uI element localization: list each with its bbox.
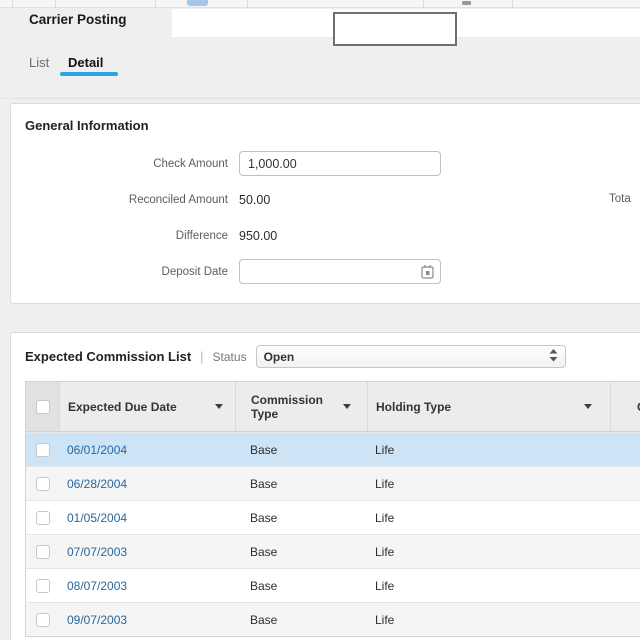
column-expected-due-date[interactable]: Expected Due Date xyxy=(59,382,235,431)
tab-detail[interactable]: Detail xyxy=(68,55,103,70)
page-title: Carrier Posting xyxy=(29,12,127,27)
commission-type-cell: Base xyxy=(235,477,367,491)
select-all-cell xyxy=(26,382,59,431)
toolbar-divider xyxy=(155,0,156,7)
calendar-icon[interactable] xyxy=(421,264,434,284)
holding-type-cell: Life xyxy=(367,477,610,491)
title-divider: | xyxy=(200,349,203,364)
table-row[interactable]: 06/01/2004 Base Life xyxy=(26,432,640,466)
holding-type-cell: Life xyxy=(367,443,610,457)
table-row[interactable]: 06/28/2004 Base Life xyxy=(26,466,640,500)
general-information-card: General Information Check Amount Reconci… xyxy=(10,103,640,304)
table-row[interactable]: 01/05/2004 Base Life xyxy=(26,500,640,534)
commission-list-title: Expected Commission List xyxy=(25,349,191,364)
reconciled-amount-label: Reconciled Amount xyxy=(11,194,239,206)
sort-dropdown-icon[interactable] xyxy=(343,404,351,409)
sort-dropdown-icon[interactable] xyxy=(215,404,223,409)
table-row[interactable]: 08/07/2003 Base Life xyxy=(26,568,640,602)
general-information-title: General Information xyxy=(11,104,640,133)
select-all-checkbox[interactable] xyxy=(36,400,50,414)
column-partial[interactable]: C xyxy=(610,382,640,431)
toolbar-divider xyxy=(423,0,424,7)
difference-label: Difference xyxy=(11,230,239,242)
row-checkbox[interactable] xyxy=(36,613,50,627)
check-amount-input[interactable] xyxy=(239,151,441,176)
holding-type-cell: Life xyxy=(367,511,610,525)
deposit-date-input[interactable] xyxy=(239,259,441,284)
status-label: Status xyxy=(213,350,247,364)
commission-type-cell: Base xyxy=(235,511,367,525)
table-row[interactable]: 09/07/2003 Base Life xyxy=(26,602,640,636)
difference-value: 950.00 xyxy=(239,229,277,243)
row-checkbox[interactable] xyxy=(36,545,50,559)
top-toolbar-strip xyxy=(0,0,640,8)
active-tab-underline xyxy=(60,72,118,76)
commission-type-cell: Base xyxy=(235,613,367,627)
column-label: Commission Type xyxy=(251,393,335,421)
header-outlined-box xyxy=(333,12,457,46)
status-select-value: Open xyxy=(264,350,295,364)
due-date-link[interactable]: 06/01/2004 xyxy=(67,443,127,457)
table-row[interactable]: 07/07/2003 Base Life xyxy=(26,534,640,568)
column-holding-type[interactable]: Holding Type xyxy=(367,382,610,431)
tab-list[interactable]: List xyxy=(29,55,49,70)
check-amount-row: Check Amount xyxy=(11,151,640,176)
holding-type-cell: Life xyxy=(367,579,610,593)
commission-type-cell: Base xyxy=(235,443,367,457)
expected-commission-table: Expected Due Date Commission Type Holdin… xyxy=(25,381,640,637)
difference-row: Difference 950.00 xyxy=(11,223,640,248)
expected-commission-card: Expected Commission List | Status Open E… xyxy=(10,332,640,640)
row-checkbox[interactable] xyxy=(36,579,50,593)
due-date-link[interactable]: 09/07/2003 xyxy=(67,613,127,627)
holding-type-cell: Life xyxy=(367,613,610,627)
toolbar-gray-mark xyxy=(462,1,471,5)
select-stepper-icon xyxy=(549,349,558,365)
toolbar-divider xyxy=(247,0,248,7)
column-label: Holding Type xyxy=(376,400,451,414)
deposit-date-row: Deposit Date xyxy=(11,259,640,284)
total-label-partial: Tota xyxy=(609,193,631,205)
due-date-link[interactable]: 08/07/2003 xyxy=(67,579,127,593)
toolbar-divider xyxy=(512,0,513,7)
sort-dropdown-icon[interactable] xyxy=(584,404,592,409)
commission-type-cell: Base xyxy=(235,545,367,559)
holding-type-cell: Life xyxy=(367,545,610,559)
status-select[interactable]: Open xyxy=(256,345,566,368)
reconciled-amount-row: Reconciled Amount 50.00 xyxy=(11,187,640,212)
row-checkbox[interactable] xyxy=(36,511,50,525)
commission-list-header: Expected Commission List | Status Open xyxy=(11,333,640,368)
due-date-link[interactable]: 06/28/2004 xyxy=(67,477,127,491)
due-date-link[interactable]: 01/05/2004 xyxy=(67,511,127,525)
toolbar-divider xyxy=(12,0,13,7)
page-header: Carrier Posting List Detail xyxy=(0,8,640,99)
row-checkbox[interactable] xyxy=(36,443,50,457)
commission-type-cell: Base xyxy=(235,579,367,593)
toolbar-divider xyxy=(55,0,56,7)
table-header-row: Expected Due Date Commission Type Holdin… xyxy=(26,382,640,432)
toolbar-blue-chip xyxy=(187,0,208,6)
column-label: Expected Due Date xyxy=(68,400,177,414)
check-amount-label: Check Amount xyxy=(11,158,239,170)
general-information-form: Check Amount Reconciled Amount 50.00 Dif… xyxy=(11,151,640,295)
reconciled-amount-value: 50.00 xyxy=(239,193,270,207)
deposit-date-label: Deposit Date xyxy=(11,266,239,278)
row-checkbox[interactable] xyxy=(36,477,50,491)
due-date-link[interactable]: 07/07/2003 xyxy=(67,545,127,559)
column-commission-type[interactable]: Commission Type xyxy=(235,382,367,431)
